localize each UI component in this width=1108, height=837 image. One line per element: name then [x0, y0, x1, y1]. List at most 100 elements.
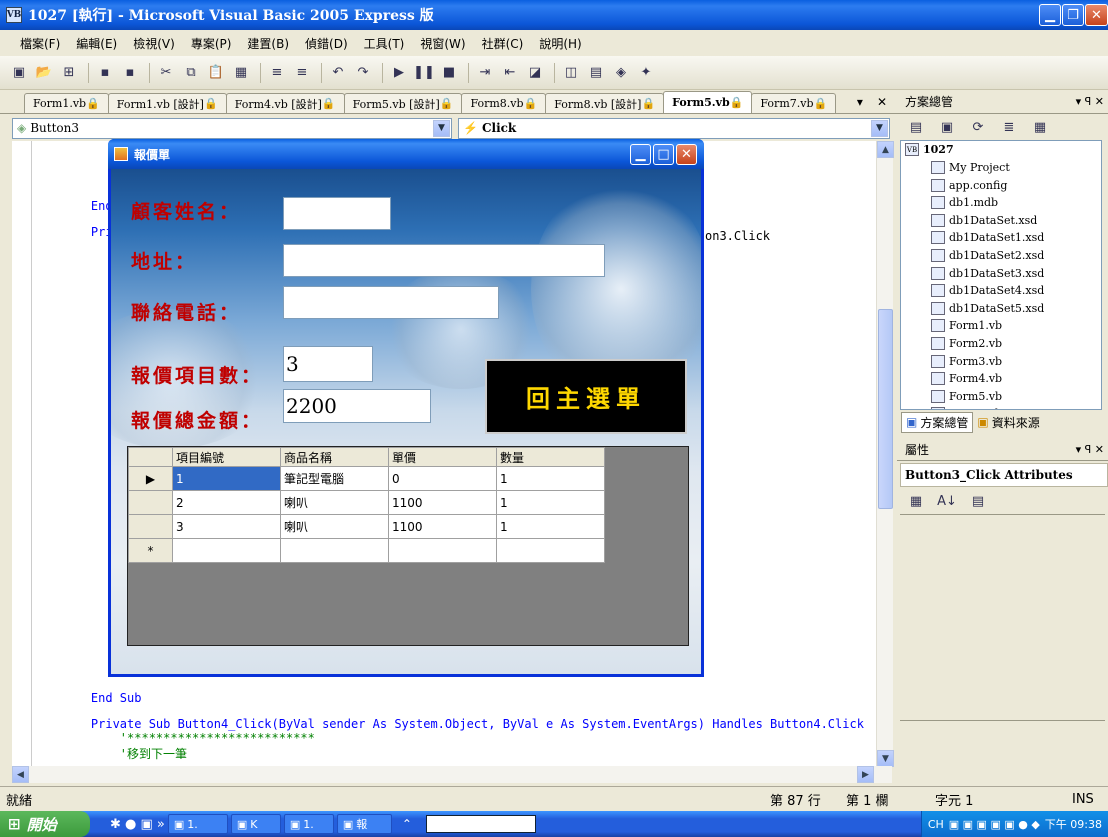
- grid-cell[interactable]: 筆記型電腦: [280, 466, 389, 491]
- menu-item[interactable]: 檢視(V): [133, 35, 175, 52]
- ime-indicator[interactable]: CH: [928, 818, 944, 831]
- tab-form8-vb[interactable]: Form8.vb 🔒: [461, 93, 547, 113]
- save-all-icon[interactable]: ▪: [119, 63, 141, 83]
- tab-form4-vb[interactable]: Form4.vb [設計] 🔒: [225, 93, 345, 113]
- view-designer-icon[interactable]: ▦: [1029, 117, 1051, 137]
- tab-form1-vb[interactable]: Form1.vb 🔒: [24, 93, 109, 113]
- grid-cell[interactable]: 1: [172, 466, 281, 491]
- scroll-up-icon[interactable]: ▲: [877, 141, 894, 158]
- grid-new-row[interactable]: *: [128, 538, 605, 563]
- grid-row[interactable]: 3 喇叭 1100 1: [128, 514, 605, 539]
- grid-cell[interactable]: [280, 538, 389, 563]
- tree-item[interactable]: app.config: [931, 178, 1007, 192]
- tab-form5-vb[interactable]: Form5.vb [設計] 🔒: [343, 93, 463, 113]
- properties-icon[interactable]: ▤: [585, 63, 607, 83]
- pane-controls[interactable]: ▾ ꟼ ✕: [1076, 443, 1104, 456]
- object-browser-icon[interactable]: ◈: [610, 63, 632, 83]
- copy-icon[interactable]: ⧉: [180, 63, 202, 83]
- start-button[interactable]: ⊞ 開始: [0, 811, 90, 837]
- grid-cell[interactable]: 1: [496, 514, 605, 539]
- minimize-button[interactable]: ▁: [1039, 4, 1061, 26]
- form-close-button[interactable]: ✕: [676, 144, 697, 165]
- tab-form8-vb[interactable]: Form8.vb [設計] 🔒: [545, 93, 665, 113]
- tree-item[interactable]: db1DataSet3.xsd: [931, 266, 1044, 280]
- grid-cell[interactable]: [496, 538, 605, 563]
- tray-icons[interactable]: ▣ ▣ ▣ ▣ ▣ ● ◆: [949, 818, 1040, 831]
- scroll-left-icon[interactable]: ◀: [12, 766, 29, 783]
- grid-row[interactable]: ▶ 1 筆記型電腦 0 1: [128, 466, 605, 491]
- tree-item[interactable]: db1DataSet5.xsd: [931, 301, 1044, 315]
- address-input[interactable]: [283, 244, 605, 277]
- uncomment-icon[interactable]: ≡: [291, 63, 313, 83]
- tree-item[interactable]: Form1.vb: [931, 319, 1002, 333]
- tab-solution-explorer[interactable]: ▣ 方案總管: [901, 411, 974, 433]
- undo-icon[interactable]: ↶: [327, 63, 349, 83]
- find-icon[interactable]: ▦: [230, 63, 252, 83]
- menu-item[interactable]: 檔案(F): [20, 35, 60, 52]
- add-item-icon[interactable]: ⊞: [58, 63, 80, 83]
- scrollbar-thumb[interactable]: [878, 309, 893, 509]
- grid-cell[interactable]: 1100: [388, 490, 497, 515]
- grid-cell[interactable]: 0: [388, 466, 497, 491]
- show-all-files-icon[interactable]: ▣: [936, 117, 958, 137]
- grid-column-header[interactable]: 商品名稱: [280, 447, 389, 467]
- grid-cell[interactable]: 2: [172, 490, 281, 515]
- grid-column-header[interactable]: 單價: [388, 447, 497, 467]
- refresh-icon[interactable]: ⟳: [967, 117, 989, 137]
- grid-column-header[interactable]: 項目編號: [172, 447, 281, 467]
- quote-items-grid[interactable]: 項目編號 商品名稱 單價 數量 ▶ 1 筆記型電腦 0 1 2 喇叭 1100 1 3 喇叭 1100 1 *: [127, 446, 689, 646]
- start-icon[interactable]: ▶: [388, 63, 410, 83]
- address-input[interactable]: [425, 815, 536, 833]
- row-header[interactable]: [128, 490, 173, 515]
- tree-item[interactable]: Form4.vb: [931, 372, 1002, 386]
- tree-item[interactable]: Form2.vb: [931, 337, 1002, 350]
- tree-item[interactable]: Form5.vb: [931, 389, 1002, 403]
- stop-icon[interactable]: ■: [438, 63, 460, 83]
- row-header[interactable]: [128, 514, 173, 539]
- toolbox-icon[interactable]: ✦: [635, 63, 657, 83]
- tree-item[interactable]: Form3.vb: [931, 354, 1002, 368]
- grid-row[interactable]: 2 喇叭 1100 1: [128, 490, 605, 515]
- horizontal-scrollbar[interactable]: ◀ ▶: [12, 766, 892, 783]
- row-header[interactable]: *: [128, 538, 173, 563]
- menu-item[interactable]: 社群(C): [482, 35, 524, 52]
- back-to-main-menu-button[interactable]: 回主選單: [485, 359, 687, 434]
- properties-grid[interactable]: [900, 514, 1105, 719]
- grid-cell[interactable]: 喇叭: [280, 490, 389, 515]
- chevron-up-icon[interactable]: ⌃: [402, 817, 412, 831]
- tab-form7-vb[interactable]: Form7.vb 🔒: [751, 93, 837, 113]
- solution-explorer-icon[interactable]: ◫: [560, 63, 582, 83]
- open-icon[interactable]: 📂: [33, 63, 55, 83]
- pane-controls[interactable]: ▾ ꟼ ✕: [1076, 95, 1104, 108]
- scroll-down-icon[interactable]: ▼: [877, 750, 894, 767]
- event-dropdown[interactable]: ⚡ Click ▼: [458, 117, 890, 139]
- tree-item[interactable]: db1DataSet1.xsd: [931, 231, 1044, 245]
- save-icon[interactable]: ▪: [94, 63, 116, 83]
- scroll-right-icon[interactable]: ▶: [857, 766, 874, 783]
- menu-item[interactable]: 編輯(E): [76, 35, 117, 52]
- menu-item[interactable]: 偵錯(D): [305, 35, 348, 52]
- form-maximize-button[interactable]: □: [653, 144, 674, 165]
- paste-icon[interactable]: 📋: [205, 63, 227, 83]
- menu-item[interactable]: 工具(T): [364, 35, 405, 52]
- grid-cell[interactable]: 1: [496, 490, 605, 515]
- redo-icon[interactable]: ↷: [352, 63, 374, 83]
- phone-input[interactable]: [283, 286, 499, 319]
- menu-item[interactable]: 說明(H): [539, 35, 581, 52]
- tab-form1-vb[interactable]: Form1.vb [設計] 🔒: [107, 93, 227, 113]
- tree-item[interactable]: db1DataSet.xsd: [931, 213, 1037, 227]
- chevron-down-icon[interactable]: ▼: [433, 119, 450, 137]
- row-header[interactable]: ▶: [128, 466, 173, 491]
- quick-launch[interactable]: ✱ ● ▣ »: [110, 817, 165, 832]
- tree-item[interactable]: db1DataSet4.xsd: [931, 284, 1044, 298]
- object-dropdown[interactable]: ◈ Button3 ▼: [12, 117, 452, 139]
- alphabetical-icon[interactable]: A↓: [936, 491, 958, 511]
- taskbar-button[interactable]: ▣ K: [230, 814, 281, 834]
- menu-item[interactable]: 專案(P): [191, 35, 232, 52]
- grid-cell[interactable]: 喇叭: [280, 514, 389, 539]
- indent-icon[interactable]: ⇥: [474, 63, 496, 83]
- tree-item[interactable]: db1DataSet2.xsd: [931, 249, 1044, 262]
- taskbar-button[interactable]: ▣ 1.: [283, 814, 334, 834]
- tree-item[interactable]: Form6.vb: [931, 407, 1002, 409]
- taskbar-button[interactable]: ▣ 1.: [167, 814, 228, 834]
